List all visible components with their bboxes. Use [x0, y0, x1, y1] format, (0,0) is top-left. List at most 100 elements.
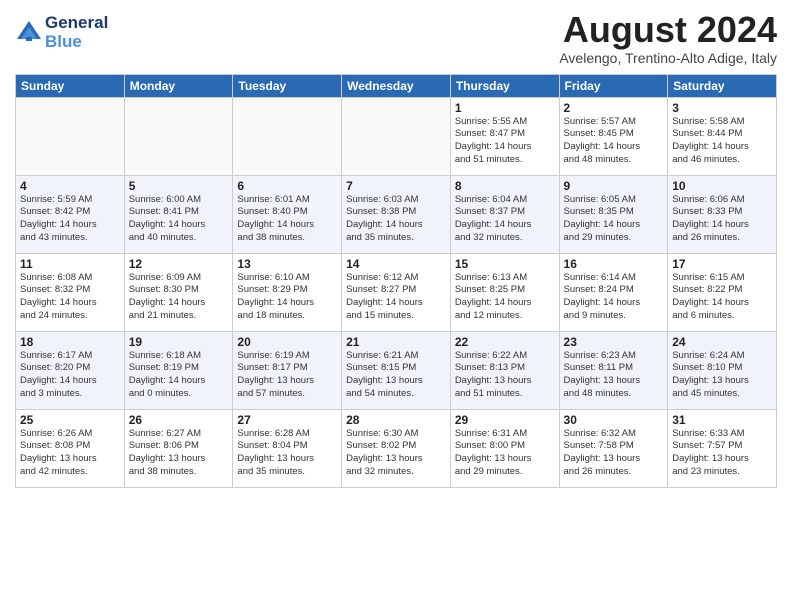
header-saturday: Saturday: [668, 74, 777, 97]
calendar-day-cell: 25Sunrise: 6:26 AM Sunset: 8:08 PM Dayli…: [16, 409, 125, 487]
day-number: 6: [237, 179, 337, 193]
calendar-day-cell: 17Sunrise: 6:15 AM Sunset: 8:22 PM Dayli…: [668, 253, 777, 331]
calendar-day-cell: 2Sunrise: 5:57 AM Sunset: 8:45 PM Daylig…: [559, 97, 668, 175]
calendar-day-cell: 18Sunrise: 6:17 AM Sunset: 8:20 PM Dayli…: [16, 331, 125, 409]
calendar-week-row: 1Sunrise: 5:55 AM Sunset: 8:47 PM Daylig…: [16, 97, 777, 175]
calendar-day-cell: 31Sunrise: 6:33 AM Sunset: 7:57 PM Dayli…: [668, 409, 777, 487]
day-info: Sunrise: 6:06 AM Sunset: 8:33 PM Dayligh…: [672, 194, 772, 245]
day-number: 8: [455, 179, 555, 193]
day-info: Sunrise: 6:21 AM Sunset: 8:15 PM Dayligh…: [346, 350, 446, 401]
day-number: 25: [20, 413, 120, 427]
day-info: Sunrise: 5:59 AM Sunset: 8:42 PM Dayligh…: [20, 194, 120, 245]
calendar-day-cell: 28Sunrise: 6:30 AM Sunset: 8:02 PM Dayli…: [342, 409, 451, 487]
header-monday: Monday: [124, 74, 233, 97]
day-number: 10: [672, 179, 772, 193]
calendar-day-cell: 20Sunrise: 6:19 AM Sunset: 8:17 PM Dayli…: [233, 331, 342, 409]
day-number: 18: [20, 335, 120, 349]
calendar-day-cell: 29Sunrise: 6:31 AM Sunset: 8:00 PM Dayli…: [450, 409, 559, 487]
calendar-day-cell: 10Sunrise: 6:06 AM Sunset: 8:33 PM Dayli…: [668, 175, 777, 253]
calendar-day-cell: 4Sunrise: 5:59 AM Sunset: 8:42 PM Daylig…: [16, 175, 125, 253]
weekday-header-row: Sunday Monday Tuesday Wednesday Thursday…: [16, 74, 777, 97]
day-number: 12: [129, 257, 229, 271]
day-number: 15: [455, 257, 555, 271]
day-number: 23: [564, 335, 664, 349]
calendar-day-cell: 1Sunrise: 5:55 AM Sunset: 8:47 PM Daylig…: [450, 97, 559, 175]
day-info: Sunrise: 6:33 AM Sunset: 7:57 PM Dayligh…: [672, 428, 772, 479]
day-info: Sunrise: 6:23 AM Sunset: 8:11 PM Dayligh…: [564, 350, 664, 401]
day-info: Sunrise: 6:30 AM Sunset: 8:02 PM Dayligh…: [346, 428, 446, 479]
day-number: 1: [455, 101, 555, 115]
day-info: Sunrise: 6:27 AM Sunset: 8:06 PM Dayligh…: [129, 428, 229, 479]
day-info: Sunrise: 6:10 AM Sunset: 8:29 PM Dayligh…: [237, 272, 337, 323]
day-number: 21: [346, 335, 446, 349]
day-number: 17: [672, 257, 772, 271]
day-number: 16: [564, 257, 664, 271]
calendar-day-cell: [124, 97, 233, 175]
calendar-day-cell: 22Sunrise: 6:22 AM Sunset: 8:13 PM Dayli…: [450, 331, 559, 409]
calendar-day-cell: 13Sunrise: 6:10 AM Sunset: 8:29 PM Dayli…: [233, 253, 342, 331]
day-number: 9: [564, 179, 664, 193]
header-thursday: Thursday: [450, 74, 559, 97]
calendar-day-cell: 8Sunrise: 6:04 AM Sunset: 8:37 PM Daylig…: [450, 175, 559, 253]
day-number: 30: [564, 413, 664, 427]
location-subtitle: Avelengo, Trentino-Alto Adige, Italy: [559, 50, 777, 66]
calendar-day-cell: [233, 97, 342, 175]
calendar-day-cell: 14Sunrise: 6:12 AM Sunset: 8:27 PM Dayli…: [342, 253, 451, 331]
day-number: 5: [129, 179, 229, 193]
calendar-day-cell: 15Sunrise: 6:13 AM Sunset: 8:25 PM Dayli…: [450, 253, 559, 331]
calendar-day-cell: 24Sunrise: 6:24 AM Sunset: 8:10 PM Dayli…: [668, 331, 777, 409]
header: General Blue August 2024 Avelengo, Trent…: [15, 10, 777, 66]
header-wednesday: Wednesday: [342, 74, 451, 97]
day-number: 31: [672, 413, 772, 427]
day-number: 26: [129, 413, 229, 427]
calendar-day-cell: 26Sunrise: 6:27 AM Sunset: 8:06 PM Dayli…: [124, 409, 233, 487]
calendar-day-cell: 5Sunrise: 6:00 AM Sunset: 8:41 PM Daylig…: [124, 175, 233, 253]
calendar-day-cell: [16, 97, 125, 175]
calendar-day-cell: 7Sunrise: 6:03 AM Sunset: 8:38 PM Daylig…: [342, 175, 451, 253]
calendar-day-cell: 12Sunrise: 6:09 AM Sunset: 8:30 PM Dayli…: [124, 253, 233, 331]
day-info: Sunrise: 6:05 AM Sunset: 8:35 PM Dayligh…: [564, 194, 664, 245]
day-info: Sunrise: 5:57 AM Sunset: 8:45 PM Dayligh…: [564, 116, 664, 167]
calendar-day-cell: 23Sunrise: 6:23 AM Sunset: 8:11 PM Dayli…: [559, 331, 668, 409]
header-tuesday: Tuesday: [233, 74, 342, 97]
day-number: 4: [20, 179, 120, 193]
day-info: Sunrise: 6:00 AM Sunset: 8:41 PM Dayligh…: [129, 194, 229, 245]
day-number: 24: [672, 335, 772, 349]
day-number: 22: [455, 335, 555, 349]
day-info: Sunrise: 6:17 AM Sunset: 8:20 PM Dayligh…: [20, 350, 120, 401]
month-title: August 2024: [559, 10, 777, 50]
day-info: Sunrise: 6:08 AM Sunset: 8:32 PM Dayligh…: [20, 272, 120, 323]
day-number: 11: [20, 257, 120, 271]
day-info: Sunrise: 6:31 AM Sunset: 8:00 PM Dayligh…: [455, 428, 555, 479]
day-info: Sunrise: 6:19 AM Sunset: 8:17 PM Dayligh…: [237, 350, 337, 401]
calendar: Sunday Monday Tuesday Wednesday Thursday…: [15, 74, 777, 488]
day-info: Sunrise: 6:18 AM Sunset: 8:19 PM Dayligh…: [129, 350, 229, 401]
day-info: Sunrise: 5:55 AM Sunset: 8:47 PM Dayligh…: [455, 116, 555, 167]
logo: General Blue: [15, 14, 108, 51]
day-number: 7: [346, 179, 446, 193]
calendar-day-cell: 19Sunrise: 6:18 AM Sunset: 8:19 PM Dayli…: [124, 331, 233, 409]
day-info: Sunrise: 6:13 AM Sunset: 8:25 PM Dayligh…: [455, 272, 555, 323]
day-number: 28: [346, 413, 446, 427]
day-info: Sunrise: 6:09 AM Sunset: 8:30 PM Dayligh…: [129, 272, 229, 323]
calendar-day-cell: 21Sunrise: 6:21 AM Sunset: 8:15 PM Dayli…: [342, 331, 451, 409]
calendar-week-row: 4Sunrise: 5:59 AM Sunset: 8:42 PM Daylig…: [16, 175, 777, 253]
calendar-week-row: 25Sunrise: 6:26 AM Sunset: 8:08 PM Dayli…: [16, 409, 777, 487]
day-info: Sunrise: 6:03 AM Sunset: 8:38 PM Dayligh…: [346, 194, 446, 245]
header-sunday: Sunday: [16, 74, 125, 97]
header-friday: Friday: [559, 74, 668, 97]
day-info: Sunrise: 6:26 AM Sunset: 8:08 PM Dayligh…: [20, 428, 120, 479]
day-number: 3: [672, 101, 772, 115]
day-info: Sunrise: 5:58 AM Sunset: 8:44 PM Dayligh…: [672, 116, 772, 167]
day-info: Sunrise: 6:15 AM Sunset: 8:22 PM Dayligh…: [672, 272, 772, 323]
calendar-day-cell: 3Sunrise: 5:58 AM Sunset: 8:44 PM Daylig…: [668, 97, 777, 175]
calendar-day-cell: [342, 97, 451, 175]
calendar-week-row: 11Sunrise: 6:08 AM Sunset: 8:32 PM Dayli…: [16, 253, 777, 331]
day-info: Sunrise: 6:14 AM Sunset: 8:24 PM Dayligh…: [564, 272, 664, 323]
day-number: 27: [237, 413, 337, 427]
calendar-day-cell: 16Sunrise: 6:14 AM Sunset: 8:24 PM Dayli…: [559, 253, 668, 331]
day-info: Sunrise: 6:24 AM Sunset: 8:10 PM Dayligh…: [672, 350, 772, 401]
day-number: 20: [237, 335, 337, 349]
day-info: Sunrise: 6:32 AM Sunset: 7:58 PM Dayligh…: [564, 428, 664, 479]
day-number: 29: [455, 413, 555, 427]
